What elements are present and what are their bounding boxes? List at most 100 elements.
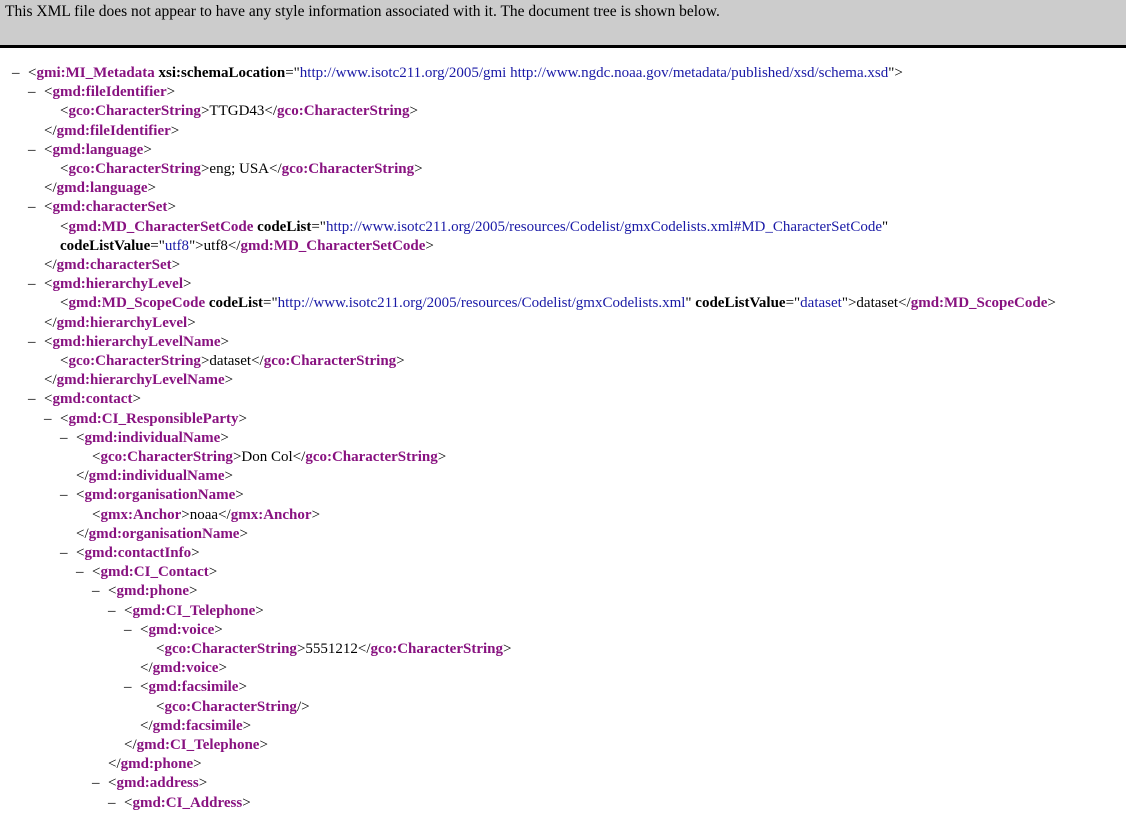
xml-bracket: >: [311, 506, 321, 523]
xml-tree-line: codeListValue="utf8">utf8</gmd:MD_Charac…: [60, 237, 434, 256]
xml-attribute-value: utf8: [164, 237, 190, 254]
xml-bracket: </: [140, 717, 153, 734]
xml-bracket: =": [311, 218, 326, 235]
xml-tag-name: gco:CharacterString: [100, 449, 233, 465]
xml-tag-name: gmd:language: [56, 180, 148, 197]
xml-bracket: >: [208, 564, 218, 581]
xml-bracket: </: [357, 641, 371, 657]
xml-tree-line: – <gmd:voice>: [124, 621, 223, 640]
xml-text-content: 5551212: [305, 641, 358, 657]
xml-bracket: >: [171, 257, 181, 273]
xml-attribute-name: codeList: [257, 218, 312, 235]
xml-text-content: noaa: [189, 506, 219, 523]
xml-bracket: </: [44, 257, 57, 273]
xml-tree-line: </gmd:voice>: [140, 659, 227, 678]
collapse-toggle-icon[interactable]: –: [28, 275, 36, 294]
xml-bracket: >: [414, 161, 423, 177]
xml-tag-name: gmi:MI_Metadata: [36, 65, 155, 81]
xml-bracket: >: [147, 180, 156, 197]
collapse-toggle-icon[interactable]: –: [60, 486, 68, 505]
xml-text-content: utf8: [203, 237, 228, 254]
xml-tag-name: gmd:characterSet: [56, 257, 172, 273]
xml-tree-line: – <gmd:CI_Telephone>: [108, 602, 264, 621]
xml-tree-line: <gmd:MD_CharacterSetCode codeList="http:…: [60, 218, 888, 237]
xml-tree-line: – <gmd:phone>: [92, 582, 197, 601]
collapse-toggle-icon[interactable]: –: [12, 64, 20, 83]
xml-bracket: </: [76, 468, 89, 485]
collapse-toggle-icon[interactable]: –: [92, 582, 100, 601]
xml-tag-name: gmd:facsimile: [152, 717, 243, 734]
xml-tree-line: </gmd:fileIdentifier>: [44, 122, 179, 141]
xml-bracket: >: [1047, 295, 1056, 312]
xml-tree-line: – <gmd:hierarchyLevelName>: [28, 333, 229, 352]
xml-bracket: </: [44, 372, 57, 389]
collapse-toggle-icon[interactable]: –: [28, 390, 36, 409]
collapse-toggle-icon[interactable]: –: [28, 141, 36, 160]
xml-bracket: =": [285, 65, 300, 81]
collapse-toggle-icon[interactable]: –: [108, 794, 116, 813]
xml-attribute-value: http://www.isotc211.org/2005/gmi http://…: [299, 65, 889, 81]
xml-tree-line: </gmd:individualName>: [76, 467, 233, 486]
xml-tag-name: gmd:CI_Telephone: [132, 602, 256, 619]
xml-tag-name: gco:CharacterString: [164, 698, 297, 715]
xml-tag-name: gmd:contact: [52, 391, 133, 408]
collapse-toggle-icon[interactable]: –: [124, 678, 132, 697]
xml-tag-name: gmd:organisationName: [84, 487, 236, 504]
collapse-toggle-icon[interactable]: –: [76, 563, 84, 582]
xml-bracket: >: [224, 468, 233, 485]
xml-tree-line: – <gmd:hierarchyLevel>: [28, 275, 191, 294]
xml-tag-name: gmd:hierarchyLevel: [56, 314, 188, 331]
xml-text-content: dataset: [856, 295, 899, 312]
collapse-toggle-icon[interactable]: –: [60, 544, 68, 563]
xml-tag-name: gmd:contactInfo: [84, 545, 192, 561]
xml-bracket: </: [292, 449, 306, 465]
xml-tag-name: gmx:Anchor: [230, 506, 312, 523]
xml-bracket: </: [76, 525, 89, 542]
collapse-toggle-icon[interactable]: –: [28, 83, 36, 102]
xml-tree-line: – <gmd:contactInfo>: [60, 544, 200, 563]
xml-tree-line: <gmx:Anchor>noaa</gmx:Anchor>: [92, 506, 320, 525]
xml-bracket: >: [396, 353, 405, 369]
xml-tree-line: – <gmd:organisationName>: [60, 486, 244, 505]
xml-tag-name: gmd:CI_Telephone: [136, 737, 260, 753]
xml-tag-name: gmd:hierarchyLevelName: [52, 333, 221, 350]
xml-bracket: =": [785, 295, 801, 312]
xml-bracket: >: [187, 314, 196, 331]
collapse-toggle-icon[interactable]: –: [124, 621, 132, 640]
xml-tag-name: gco:CharacterString: [164, 641, 297, 657]
xml-bracket: >: [437, 449, 447, 465]
collapse-toggle-icon[interactable]: –: [44, 410, 52, 429]
xml-tag-name: gmd:hierarchyLevelName: [56, 372, 225, 389]
xml-attribute-value: http://www.isotc211.org/2005/resources/C…: [325, 218, 882, 235]
collapse-toggle-icon[interactable]: –: [92, 774, 100, 793]
collapse-toggle-icon[interactable]: –: [60, 429, 68, 448]
collapse-toggle-icon[interactable]: –: [108, 602, 116, 621]
xml-tag-name: gmd:voice: [152, 660, 219, 677]
xml-bracket: >: [167, 199, 176, 216]
xml-tag-name: gmd:MD_ScopeCode: [910, 295, 1048, 312]
xml-tag-name: gco:CharacterString: [68, 161, 201, 177]
collapse-toggle-icon[interactable]: –: [28, 198, 36, 217]
xml-bracket: >: [143, 141, 152, 158]
xml-bracket: </: [44, 314, 57, 331]
xml-bracket: >: [239, 525, 248, 542]
xml-text-content: eng; USA: [209, 161, 269, 177]
xml-bracket: >: [259, 737, 268, 753]
xml-tree-line: <gco:CharacterString>dataset</gco:Charac…: [60, 352, 405, 371]
xml-tag-name: gmd:phone: [120, 756, 194, 773]
xml-tree-line: <gmd:MD_ScopeCode codeList="http://www.i…: [60, 294, 1056, 313]
xml-tag-name: gmd:individualName: [84, 429, 221, 446]
xml-bracket: =": [263, 295, 278, 312]
xml-tag-name: gmd:MD_CharacterSetCode: [240, 237, 426, 254]
xml-bracket: >: [220, 333, 229, 350]
xml-bracket: >: [193, 756, 202, 773]
xml-bracket: </: [108, 756, 121, 773]
xml-bracket: >: [198, 775, 208, 792]
xml-tag-name: gmd:address: [116, 775, 199, 792]
xml-bracket: >: [242, 717, 252, 734]
xml-tree-line: – <gmd:CI_Address>: [108, 794, 251, 813]
xml-bracket: ">: [841, 295, 857, 312]
xml-tag-name: gmd:facsimile: [148, 679, 239, 696]
collapse-toggle-icon[interactable]: –: [28, 333, 36, 352]
xml-bracket: ": [882, 218, 889, 235]
